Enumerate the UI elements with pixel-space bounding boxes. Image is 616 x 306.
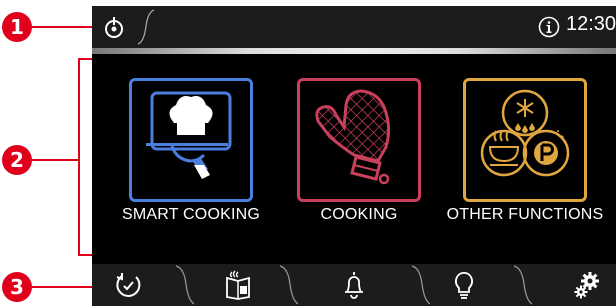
callout-bracket-vertical (78, 58, 80, 256)
nav-light-button[interactable] (432, 264, 496, 306)
nav-timer-button[interactable] (96, 264, 160, 306)
settings-icon (574, 272, 599, 299)
cooking-label: COOKING (320, 206, 398, 223)
info-icon[interactable] (538, 16, 560, 38)
smart-cooking-label: SMART COOKING (121, 206, 261, 223)
nav-alarm-button[interactable] (322, 264, 386, 306)
nav-settings-button[interactable] (554, 264, 616, 306)
callout-bracket-top (78, 58, 92, 60)
status-divider (92, 48, 616, 54)
status-bar: 12:30 (92, 6, 616, 48)
functions-icon (480, 89, 570, 177)
oven-mitt-icon (315, 89, 391, 185)
callout-line-3 (30, 286, 92, 288)
chef-cloche-icon (146, 91, 232, 179)
nav-separator (513, 265, 533, 305)
status-separator (137, 9, 155, 45)
callout-line-1 (30, 26, 92, 28)
callout-1: 1 (2, 12, 32, 42)
other-functions-button[interactable] (463, 78, 587, 202)
clock: 12:30 (566, 13, 616, 35)
power-icon[interactable] (102, 15, 126, 39)
smart-cooking-button[interactable] (129, 78, 253, 202)
nav-separator (175, 265, 195, 305)
callout-line-2 (30, 159, 78, 161)
nav-separator (411, 265, 431, 305)
nav-recipes-button[interactable] (206, 264, 270, 306)
timer-icon (116, 273, 141, 297)
other-functions-label: OTHER FUNCTIONS (446, 206, 604, 223)
device-screen: 12:30 SMART COOKING COOKING OTHER FUNCTI… (92, 6, 616, 306)
cooking-button[interactable] (297, 78, 421, 202)
nav-separator (279, 265, 299, 305)
bottom-nav-bar (92, 264, 616, 306)
callout-bracket-bottom (78, 254, 92, 256)
lightbulb-icon (454, 271, 474, 299)
callout-3: 3 (2, 272, 32, 302)
recipe-book-icon (226, 270, 250, 300)
callout-2: 2 (2, 145, 32, 175)
bell-icon (345, 272, 363, 299)
